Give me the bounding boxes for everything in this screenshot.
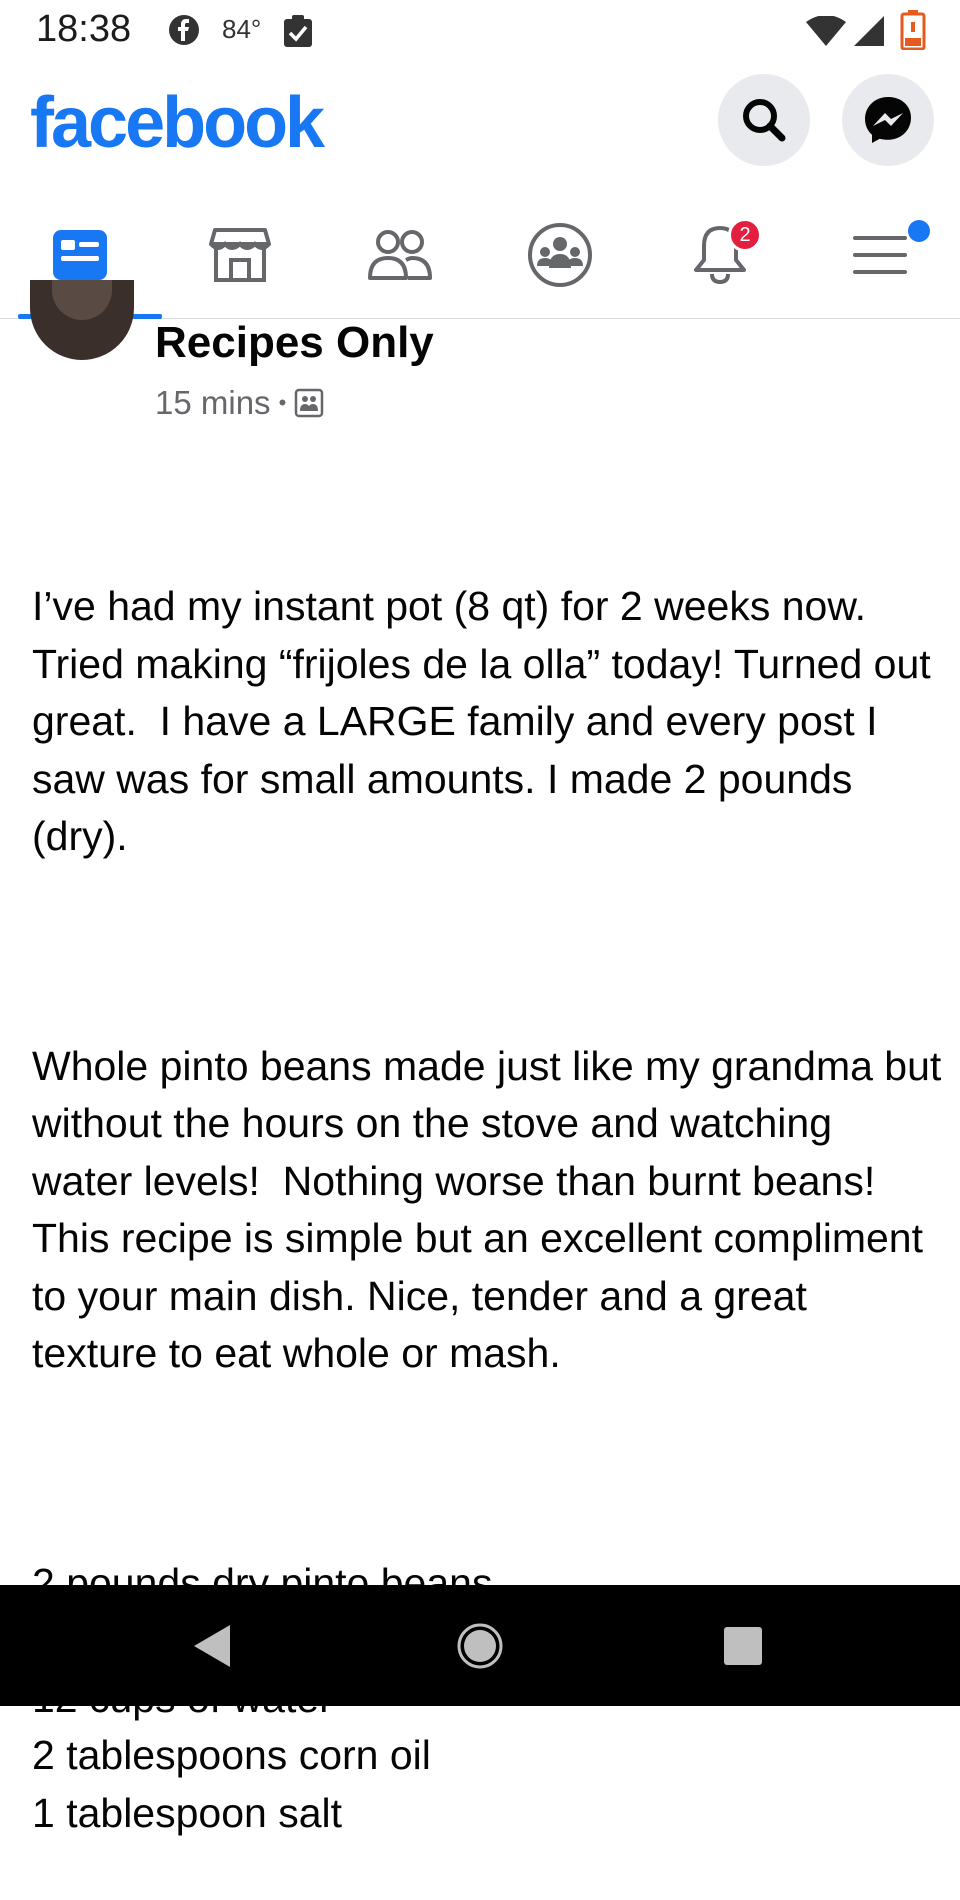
post-paragraph: Whole pinto beans made just like my gran… bbox=[32, 1042, 953, 1377]
tab-bar: 2 bbox=[0, 192, 960, 319]
menu-notification-dot bbox=[908, 220, 930, 242]
tab-marketplace[interactable] bbox=[170, 192, 310, 318]
facebook-logo[interactable]: facebook bbox=[30, 82, 325, 164]
home-button[interactable] bbox=[420, 1585, 540, 1706]
post-meta: 15 mins • bbox=[155, 384, 324, 422]
group-audience-icon bbox=[295, 388, 324, 418]
tab-groups[interactable] bbox=[490, 192, 630, 318]
back-icon bbox=[194, 1624, 230, 1667]
signal-icon bbox=[854, 16, 884, 51]
tab-menu[interactable] bbox=[810, 192, 950, 318]
status-temperature: 84° bbox=[222, 14, 262, 44]
wifi-icon bbox=[806, 15, 846, 51]
status-bar: 18:38 84° bbox=[0, 0, 960, 62]
tab-friends[interactable] bbox=[330, 192, 470, 318]
checklist-icon bbox=[282, 14, 314, 53]
search-icon bbox=[743, 99, 786, 142]
tab-notifications[interactable]: 2 bbox=[650, 192, 790, 318]
post-paragraph: I’ve had my instant pot (8 qt) for 2 wee… bbox=[32, 583, 943, 859]
android-nav-bar bbox=[0, 1585, 960, 1706]
marketplace-icon bbox=[209, 228, 271, 282]
facebook-notification-icon bbox=[168, 14, 200, 51]
notification-badge: 2 bbox=[728, 218, 762, 252]
messenger-icon bbox=[865, 97, 911, 143]
groups-icon bbox=[528, 223, 592, 287]
post-author[interactable]: Recipes Only bbox=[155, 318, 434, 368]
app-header: facebook bbox=[0, 62, 960, 192]
back-button[interactable] bbox=[152, 1585, 272, 1706]
friends-icon bbox=[368, 230, 432, 280]
home-icon bbox=[457, 1623, 503, 1668]
menu-icon bbox=[853, 236, 907, 274]
search-button[interactable] bbox=[718, 74, 810, 166]
recents-icon bbox=[724, 1626, 762, 1665]
recents-button[interactable] bbox=[683, 1585, 803, 1706]
meta-separator: • bbox=[278, 390, 287, 415]
battery-low-icon bbox=[900, 10, 926, 55]
status-time: 18:38 bbox=[36, 8, 132, 50]
post-time[interactable]: 15 mins bbox=[155, 384, 271, 422]
messenger-button[interactable] bbox=[842, 74, 934, 166]
news-feed-icon bbox=[53, 230, 107, 280]
group-avatar[interactable] bbox=[30, 280, 134, 360]
